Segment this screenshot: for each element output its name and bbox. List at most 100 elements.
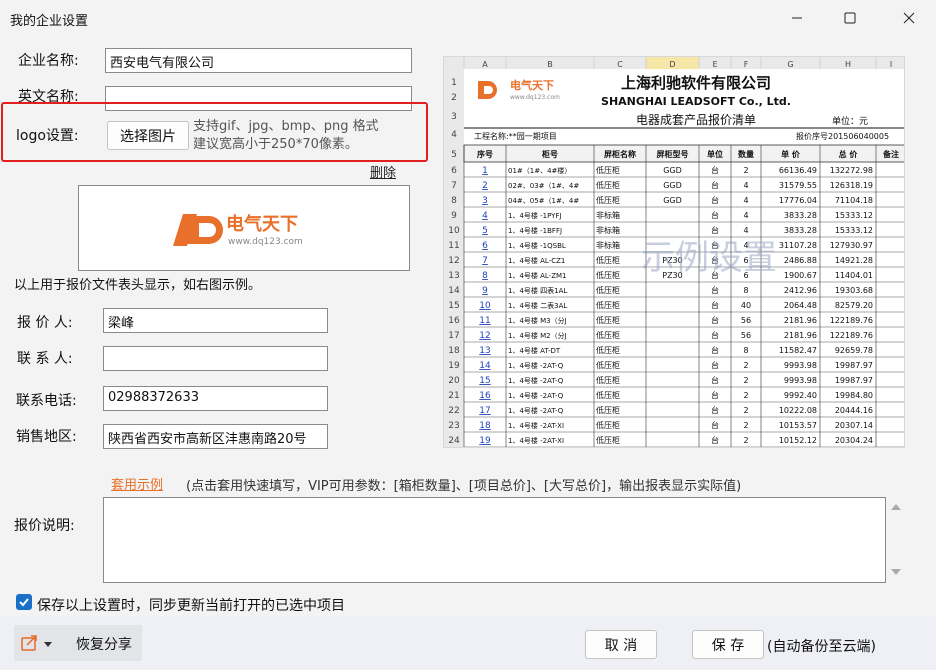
sheet-cell-name: 低压柜: [596, 375, 620, 385]
sheet-cell-model: GGD: [663, 196, 682, 205]
sheet-cell-name: 低压柜: [596, 420, 620, 430]
sheet-cell-cabinet: 1、4号楼 -2AT-Q: [508, 376, 564, 385]
sheet-cell-qty: 2: [743, 421, 748, 430]
region-input[interactable]: 陕西省西安市高新区沣惠南路20号: [103, 424, 328, 449]
sheet-cell-name: 低压柜: [596, 360, 620, 370]
sheet-cell-name: 低压柜: [596, 195, 620, 205]
sheet-cell-qty: 2: [743, 436, 748, 445]
sheet-cell-unit: 台: [711, 165, 719, 175]
sheet-cell-cabinet: 1、4号楼 M3（分J: [508, 316, 567, 325]
checkmark-icon: [19, 598, 29, 607]
sync-checkbox-label[interactable]: 保存以上设置时，同步更新当前打开的已选中项目: [37, 595, 345, 615]
sheet-row-number: 22: [448, 406, 459, 416]
sheet-cell-total: 82579.20: [835, 301, 873, 310]
minimize-button[interactable]: [774, 0, 820, 36]
sheet-cell-name: 低压柜: [596, 285, 620, 295]
sheet-cell-unit: 台: [711, 390, 719, 400]
sheet-cell-qty: 40: [741, 301, 751, 310]
apply-example-link[interactable]: 套用示例: [111, 474, 163, 493]
sheet-cell-price: 9993.98: [784, 376, 817, 385]
scroll-down-icon[interactable]: [889, 567, 903, 577]
maximize-button[interactable]: [827, 0, 873, 36]
title-bar: 我的企业设置: [0, 0, 936, 36]
sheet-row-number: 20: [448, 376, 460, 386]
sheet-cell-unit: 台: [711, 420, 719, 430]
save-button[interactable]: 保 存: [692, 630, 764, 659]
company-name-input[interactable]: 西安电气有限公司: [105, 48, 412, 73]
sheet-cell-unit: 台: [711, 330, 719, 340]
choose-image-button[interactable]: 选择图片: [107, 121, 189, 150]
sheet-cell-cabinet: 1、4号楼 AT-DT: [508, 346, 561, 355]
sheet-row-number: 8: [451, 196, 457, 206]
logo-preview: 电气天下 www.dq123.com: [78, 185, 410, 271]
sheet-cell-price: 31579.55: [779, 181, 817, 190]
sheet-cell-cabinet: 1、4号楼 -1PYFJ: [508, 211, 562, 220]
sheet-cell-seq: 8: [482, 271, 488, 281]
sheet-header-cell: 总 价: [839, 149, 859, 159]
sheet-cell-unit: 台: [711, 345, 719, 355]
sheet-cell-cabinet: 1、4号楼 四表1AL: [508, 286, 567, 295]
quote-desc-textarea[interactable]: [103, 497, 886, 583]
contact-input[interactable]: [103, 346, 328, 371]
restore-share-button[interactable]: 恢复分享: [76, 634, 132, 654]
sheet-cell-qty: 2: [743, 406, 748, 415]
sheet-cell-seq: 13: [479, 346, 490, 356]
sheet-cell-cabinet: 1、4号楼 二表3AL: [508, 301, 567, 310]
sheet-cell-total: 15333.12: [835, 226, 873, 235]
sheet-cell-unit: 台: [711, 285, 719, 295]
sheet-cell-seq: 9: [482, 286, 488, 296]
sheet-cell-cabinet: 01#（1#、4#楼）: [508, 166, 571, 175]
sheet-cell-unit: 台: [711, 315, 719, 325]
sheet-cell-qty: 4: [743, 211, 748, 220]
sheet-cell-total: 71104.18: [835, 196, 873, 205]
sheet-cell-qty: 2: [743, 376, 748, 385]
sheet-logo-url: www.dq123.com: [510, 94, 560, 101]
sheet-company-en: SHANGHAI LEADSOFT Co., Ltd.: [601, 95, 791, 108]
sheet-header-cell: 序号: [477, 149, 493, 159]
window-title: 我的企业设置: [10, 14, 89, 29]
sheet-header-cell: 备注: [882, 149, 899, 159]
sheet-project-label: 工程名称:**园一期项目: [474, 131, 557, 141]
sheet-cell-model: GGD: [663, 166, 682, 175]
sheet-cell-seq: 15: [479, 376, 490, 386]
sheet-cell-total: 127930.97: [830, 241, 873, 250]
delete-logo-link[interactable]: 删除: [370, 162, 396, 181]
sheet-cell-price: 1900.67: [784, 271, 817, 280]
share-dropdown-button[interactable]: [20, 634, 56, 656]
sheet-cell-name: 非标箱: [596, 210, 620, 220]
close-button[interactable]: [886, 0, 932, 36]
sheet-cell-qty: 8: [743, 346, 748, 355]
sheet-cell-price: 9992.40: [784, 391, 817, 400]
sheet-col-label: B: [547, 60, 553, 69]
sheet-logo-cutout: [484, 86, 493, 94]
sheet-row-number: 12: [448, 256, 459, 266]
sheet-cell-cabinet: 1、4号楼 -1QSBL: [508, 241, 566, 250]
sheet-cell-name: 低压柜: [596, 435, 620, 445]
sheet-cell-total: 19987.97: [835, 376, 873, 385]
sheet-cell-total: 19987.97: [835, 361, 873, 370]
sheet-col-label: E: [712, 60, 717, 69]
logo-hint-line1: 支持gif、jpg、bmp、png 格式: [193, 119, 379, 134]
sheet-col-label: F: [744, 60, 749, 69]
sheet-row-number: 16: [448, 316, 460, 326]
sheet-company-cn: 上海利驰软件有限公司: [621, 74, 771, 92]
sheet-col-label: A: [482, 60, 488, 69]
minimize-icon: [792, 17, 802, 19]
sheet-cell-price: 2181.96: [784, 331, 817, 340]
sheet-col-label: C: [617, 60, 623, 69]
sheet-cell-total: 15333.12: [835, 211, 873, 220]
sheet-row-number: 1: [451, 78, 457, 88]
scroll-up-icon[interactable]: [889, 502, 903, 512]
sheet-cell-total: 20444.16: [835, 406, 873, 415]
sheet-cell-name: 低压柜: [596, 345, 620, 355]
sheet-cell-cabinet: 1、4号楼 AL-CZ1: [508, 256, 565, 265]
sync-checkbox[interactable]: [16, 594, 32, 610]
phone-input[interactable]: 02988372633: [103, 386, 328, 411]
sheet-cell-seq: 6: [482, 241, 488, 251]
sheet-row-number: 15: [448, 301, 459, 311]
sheet-cell-total: 122189.76: [830, 316, 873, 325]
sheet-cell-qty: 2: [743, 361, 748, 370]
quoter-input[interactable]: 梁峰: [103, 308, 328, 333]
sheet-cell-seq: 11: [479, 316, 490, 326]
cancel-button[interactable]: 取 消: [585, 630, 657, 659]
